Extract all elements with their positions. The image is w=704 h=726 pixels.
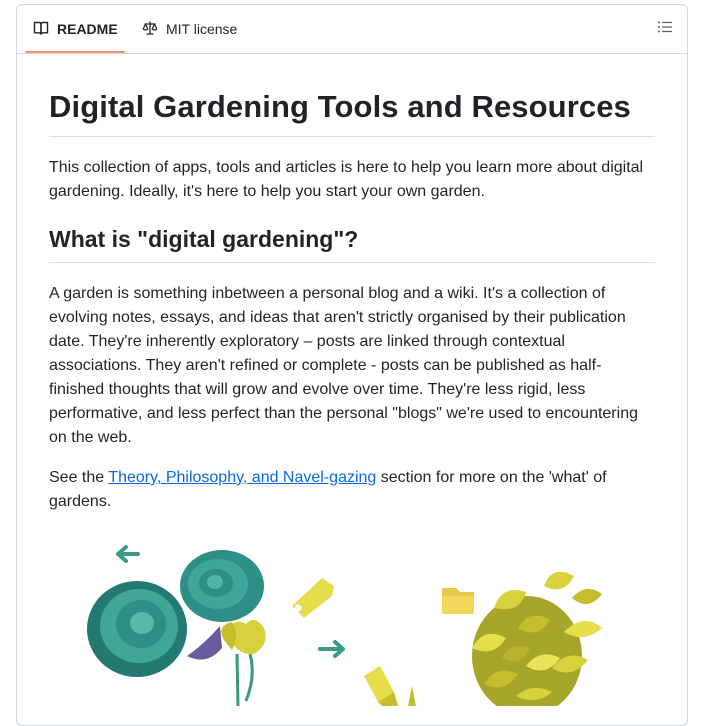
tab-license-label: MIT license [166,21,238,37]
list-unordered-icon [657,19,673,40]
active-tab-indicator [25,51,125,53]
folder-icon [442,588,474,614]
arrow-right-icon [318,640,345,658]
tab-readme-label: README [57,21,118,37]
tag-icon [292,578,334,618]
yellow-bush [472,571,602,706]
scale-icon [142,20,166,39]
garden-paragraph: A garden is something inbetween a person… [49,285,638,446]
pencil-icon [364,666,398,706]
tab-mit-license[interactable]: MIT license [142,5,237,53]
outline-button[interactable] [655,19,675,39]
see-prefix: See the [49,469,109,486]
intro-paragraph: This collection of apps, tools and artic… [49,159,644,200]
theory-link[interactable]: Theory, Philosophy, and Navel-gazing [108,469,376,486]
page-title: Digital Gardening Tools and Resources [49,87,655,137]
section-heading: What is "digital gardening"? [49,224,655,263]
yellow-tulip [221,619,266,706]
arrow-left-icon [116,545,140,563]
garden-illustration [87,545,602,706]
see-paragraph: See the Theory, Philosophy, and Navel-ga… [49,466,655,514]
book-icon [33,20,57,39]
tab-readme[interactable]: README [33,5,118,53]
readme-tabbar: README MIT license [17,5,687,54]
